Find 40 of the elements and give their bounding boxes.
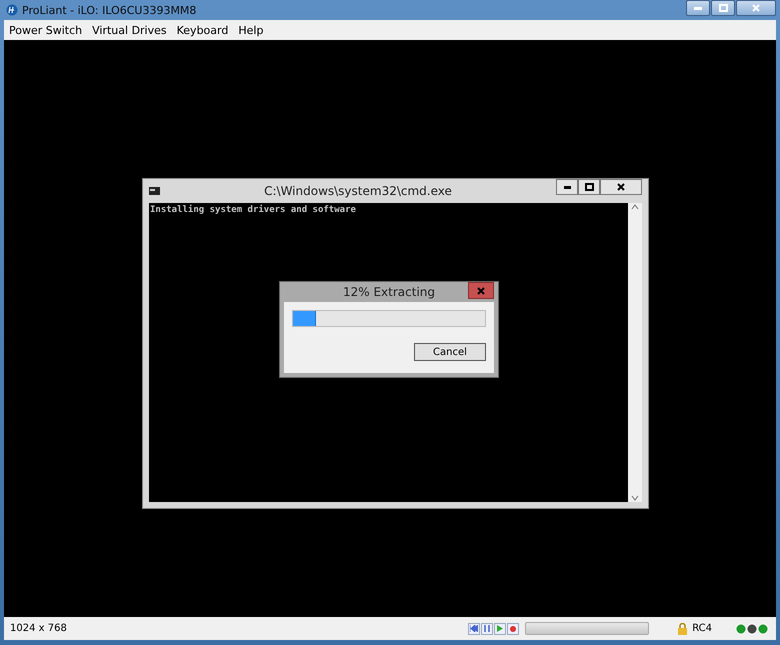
close-icon: [752, 4, 760, 12]
resolution-label: 1024 x 768: [10, 623, 68, 634]
playback-track[interactable]: [525, 622, 650, 635]
maximize-button[interactable]: [711, 0, 735, 16]
maximize-button[interactable]: [578, 179, 600, 195]
minimize-icon: [694, 6, 702, 10]
record-button[interactable]: [507, 622, 520, 634]
scroll-down-icon[interactable]: [631, 494, 639, 502]
maximize-icon: [718, 4, 728, 12]
console-icon: [149, 187, 160, 195]
console-window-title: C:\Windows\system32\cmd.exe: [263, 184, 453, 198]
window-title: ProLiant - iLO: ILO6CU3393MM8: [22, 4, 198, 16]
cancel-button[interactable]: Cancel: [414, 343, 486, 361]
encryption-label: RC4: [692, 623, 712, 634]
record-icon: [510, 626, 516, 632]
play-button[interactable]: [494, 622, 506, 634]
menu-item[interactable]: Power Switch: [4, 24, 88, 36]
close-icon: [477, 286, 485, 294]
menu-item[interactable]: Keyboard: [172, 24, 234, 36]
scrollbar[interactable]: [628, 203, 642, 502]
scroll-up-icon[interactable]: [631, 203, 639, 211]
lock-icon: [677, 622, 688, 634]
status-lights-icon: [736, 624, 770, 634]
menu-item[interactable]: Help: [233, 24, 268, 36]
close-button[interactable]: [600, 179, 642, 195]
rewind-button[interactable]: [468, 622, 480, 634]
minimize-button[interactable]: [556, 179, 578, 195]
console-output: Installing system drivers and software: [150, 205, 357, 215]
pause-icon: [484, 625, 490, 632]
maximize-icon: [584, 183, 594, 191]
minimize-icon: [564, 186, 570, 188]
minimize-button[interactable]: [686, 0, 710, 16]
close-icon: [617, 183, 625, 191]
rewind-icon: [470, 625, 478, 632]
menu-item[interactable]: Virtual Drives: [87, 24, 172, 36]
pause-button[interactable]: [481, 622, 494, 634]
close-button[interactable]: [736, 0, 776, 16]
app-logo-icon: [6, 4, 18, 16]
play-icon: [497, 625, 504, 632]
dialog-title: 12% Extracting: [342, 285, 436, 299]
